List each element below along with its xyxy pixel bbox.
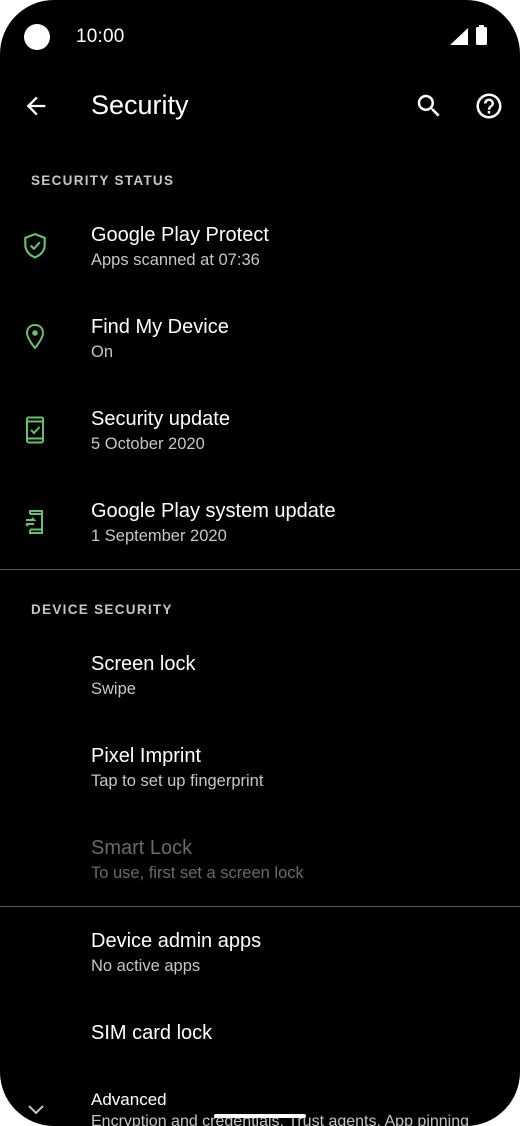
section-header-device-security: DEVICE SECURITY (31, 602, 173, 617)
chevron-down-icon (28, 1105, 44, 1115)
help-icon[interactable] (474, 91, 504, 121)
phone-check-icon (26, 416, 44, 444)
shield-check-icon (24, 232, 46, 259)
phone-screen: 10:00 Security SECURITY STATUS Google Pl… (0, 0, 520, 1126)
item-subtitle: Swipe (91, 680, 136, 698)
item-device-admin-apps[interactable]: Device admin apps No active apps (0, 902, 520, 994)
item-screen-lock[interactable]: Screen lock Swipe (0, 625, 520, 717)
item-title: Screen lock (91, 653, 196, 675)
phone-sync-icon (25, 510, 43, 534)
item-subtitle: 1 September 2020 (91, 527, 227, 545)
page-title: Security (91, 90, 189, 120)
item-title: Google Play system update (91, 500, 336, 522)
item-subtitle: 5 October 2020 (91, 435, 205, 453)
item-security-update[interactable]: Security update 5 October 2020 (0, 380, 520, 472)
item-subtitle: To use, first set a screen lock (91, 864, 304, 882)
item-subtitle: On (91, 343, 114, 361)
item-google-play-system-update[interactable]: Google Play system update 1 September 20… (0, 472, 520, 564)
item-title: Pixel Imprint (91, 745, 202, 767)
item-smart-lock: Smart Lock To use, first set a screen lo… (0, 809, 520, 901)
section-divider (0, 569, 520, 570)
item-title: Google Play Protect (91, 224, 269, 246)
item-sim-card-lock[interactable]: SIM card lock (0, 994, 520, 1086)
camera-cutout (24, 24, 50, 50)
battery-icon (476, 25, 487, 45)
item-title: Find My Device (91, 316, 229, 338)
item-subtitle: Tap to set up fingerprint (91, 772, 264, 790)
app-bar: Security (0, 72, 520, 142)
status-bar: 10:00 (0, 0, 520, 72)
location-pin-icon (25, 323, 45, 350)
item-google-play-protect[interactable]: Google Play Protect Apps scanned at 07:3… (0, 196, 520, 288)
item-pixel-imprint[interactable]: Pixel Imprint Tap to set up fingerprint (0, 717, 520, 809)
item-title: Smart Lock (91, 837, 193, 859)
item-title: Security update (91, 408, 230, 430)
item-subtitle: Apps scanned at 07:36 (91, 251, 260, 269)
search-icon[interactable] (414, 91, 444, 121)
status-time: 10:00 (76, 26, 125, 47)
item-title: SIM card lock (91, 1022, 213, 1044)
home-indicator[interactable] (214, 1114, 306, 1118)
item-subtitle: No active apps (91, 957, 201, 975)
item-title: Advanced (91, 1090, 167, 1109)
item-title: Device admin apps (91, 930, 262, 952)
signal-icon (450, 28, 468, 45)
section-header-security-status: SECURITY STATUS (31, 173, 175, 188)
back-arrow-icon[interactable] (22, 92, 50, 120)
item-find-my-device[interactable]: Find My Device On (0, 288, 520, 380)
